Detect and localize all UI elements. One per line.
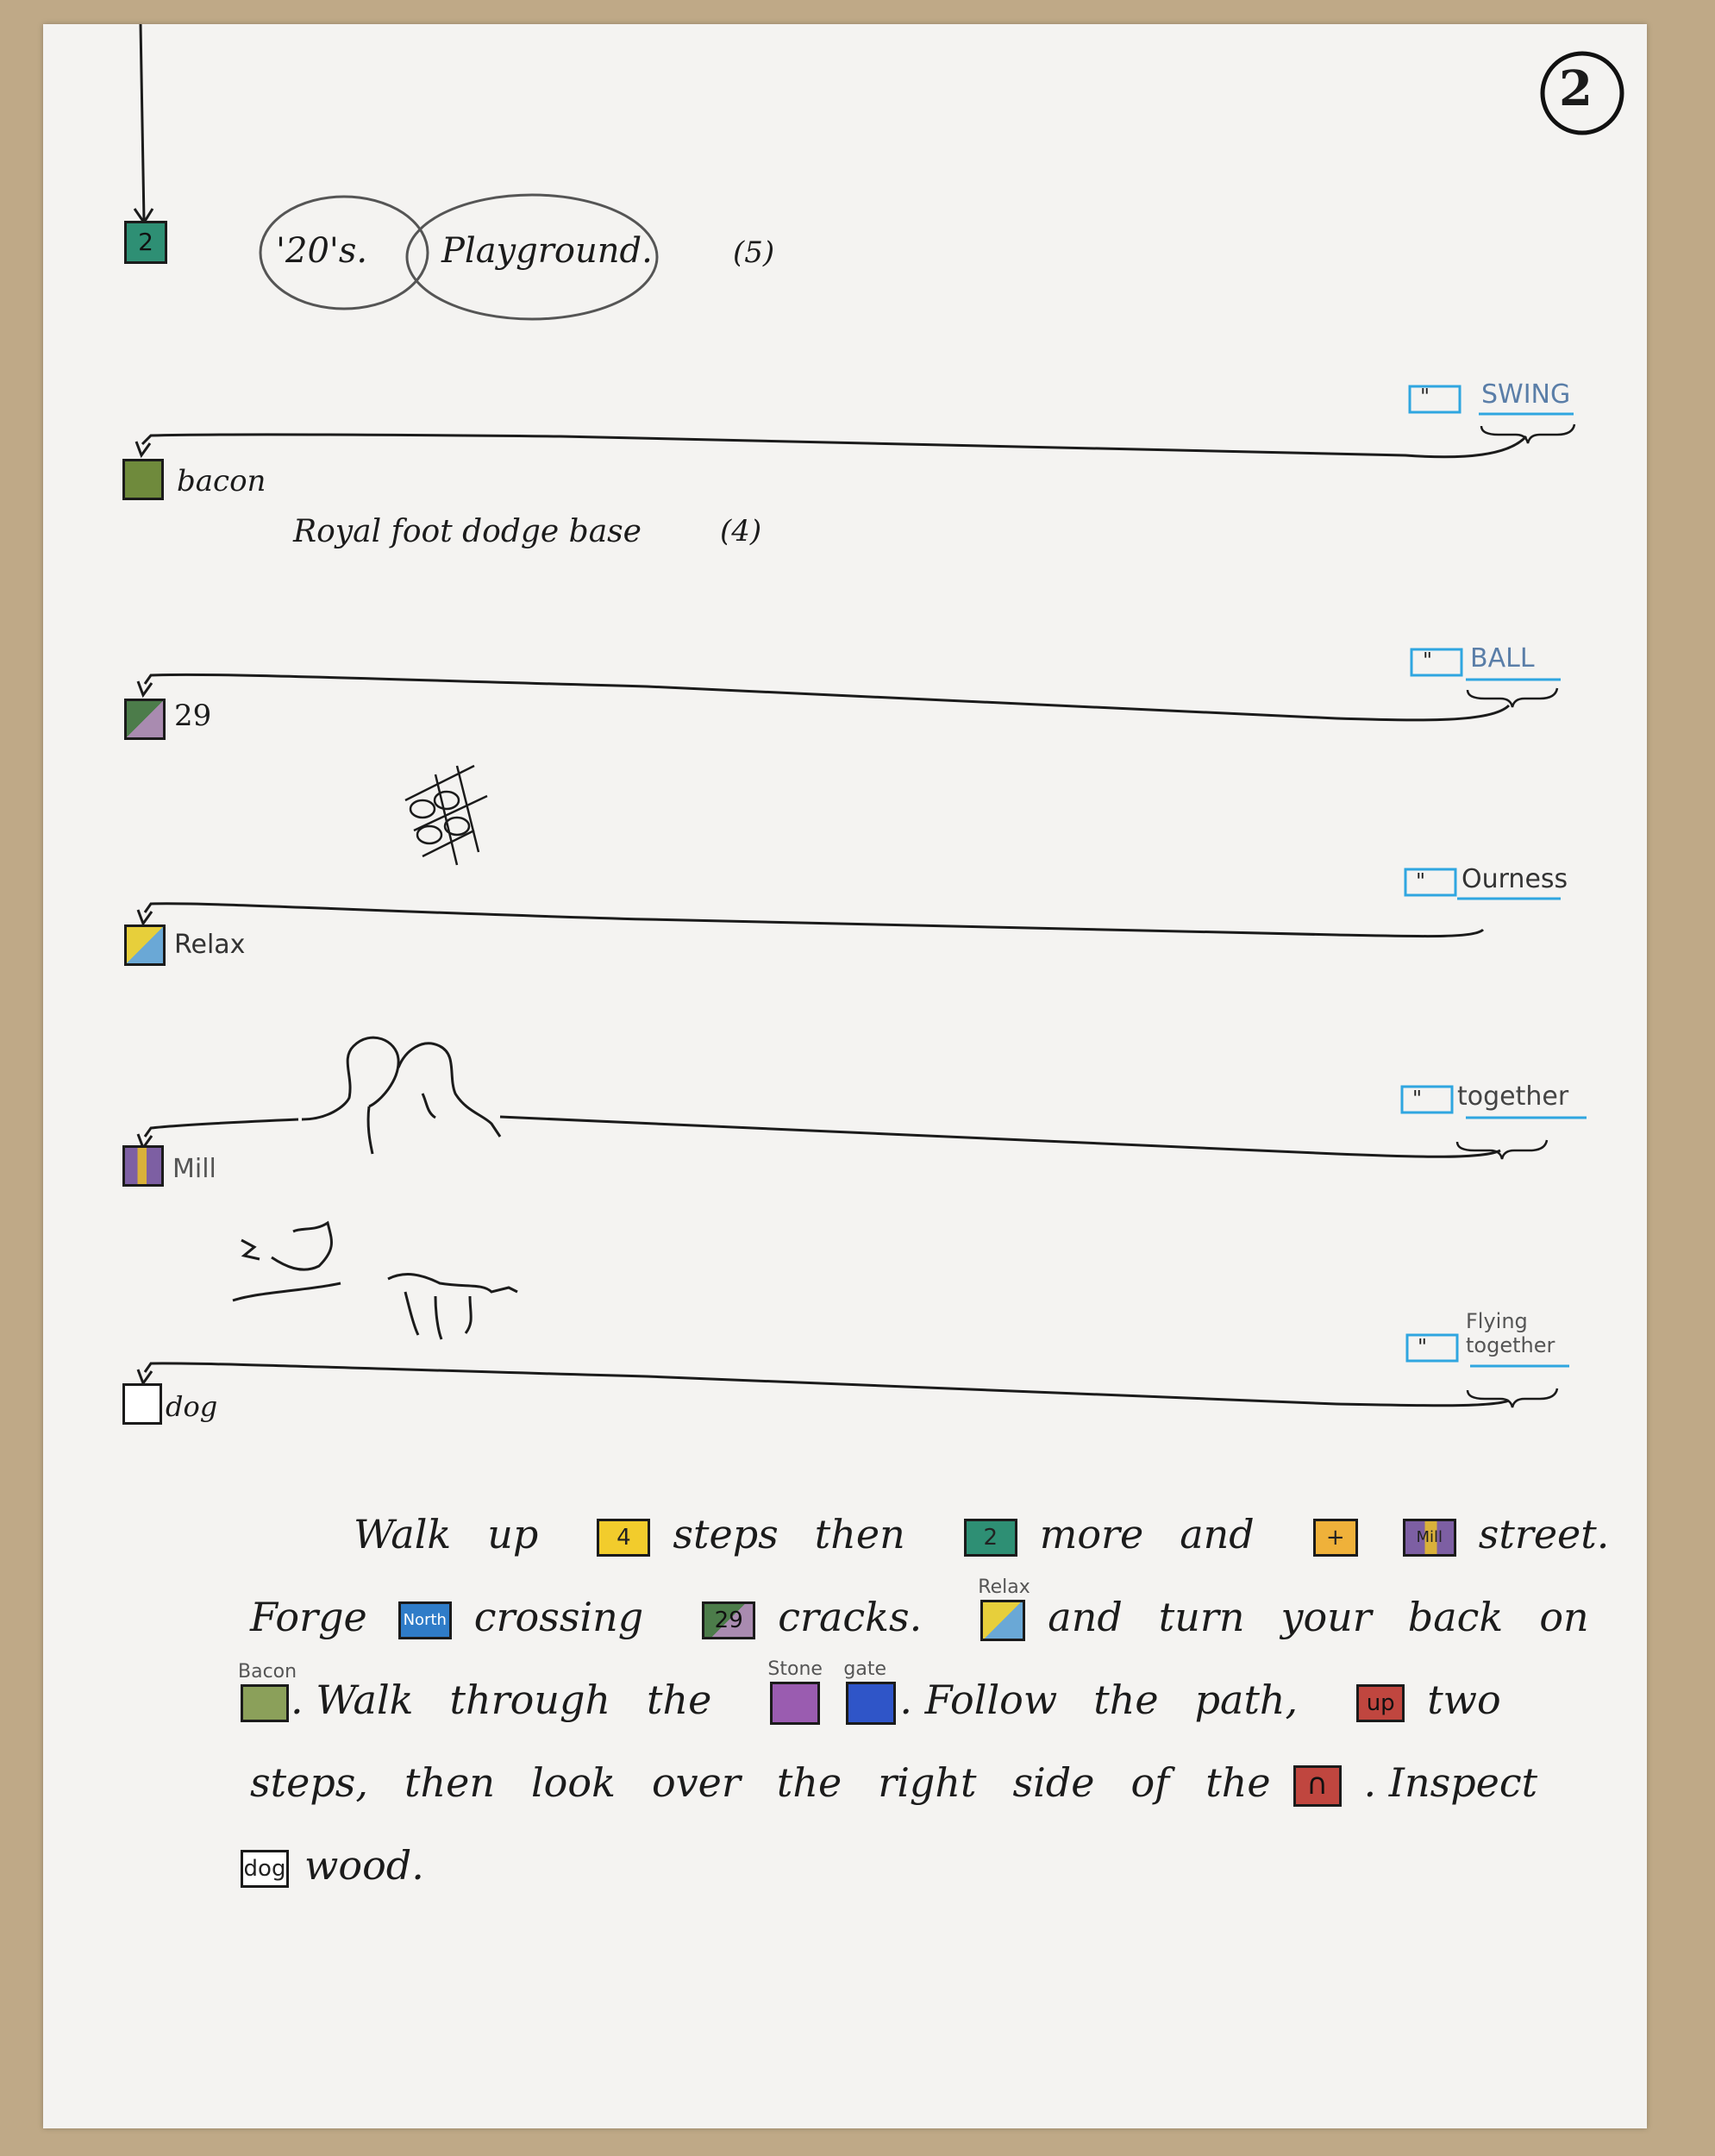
box-north: North xyxy=(397,1601,452,1639)
square-29 xyxy=(124,699,166,740)
box-4: 4 xyxy=(597,1519,651,1557)
answer-flying-together: Flying together xyxy=(1466,1309,1555,1357)
clue-quote-2: " xyxy=(1423,649,1433,673)
paragraph-line-5: dog wood. xyxy=(237,1842,424,1889)
clue-quote-1: " xyxy=(1420,385,1430,409)
box-bacon-label: Bacon xyxy=(238,1661,297,1683)
word: the xyxy=(1205,1759,1271,1806)
page-number: 2 xyxy=(1559,60,1593,117)
word: steps, xyxy=(250,1759,368,1806)
word: on xyxy=(1539,1594,1589,1640)
word: cracks. xyxy=(778,1594,923,1640)
clue-quote-3: " xyxy=(1416,869,1426,893)
word: and xyxy=(1048,1594,1123,1640)
square-relax xyxy=(124,924,166,966)
word: street. xyxy=(1478,1511,1610,1557)
square-label-bacon: bacon xyxy=(177,464,266,498)
word: of xyxy=(1130,1759,1170,1806)
header-count: (5) xyxy=(733,235,775,270)
word: your xyxy=(1280,1594,1372,1640)
word: then xyxy=(814,1511,905,1557)
box-2: 2 xyxy=(963,1519,1017,1557)
word: path, xyxy=(1194,1677,1299,1723)
box-bacon: Bacon xyxy=(238,1661,297,1722)
square-mill xyxy=(122,1145,164,1187)
ink-drawing xyxy=(133,24,1624,1408)
box-stone-label: Stone xyxy=(767,1658,823,1680)
box-relax-label: Relax xyxy=(978,1576,1030,1598)
start-square-label: 2 xyxy=(138,228,153,256)
box-up: up xyxy=(1356,1684,1405,1722)
bird-and-dog-doodle xyxy=(232,1220,518,1340)
square-label-29: 29 xyxy=(174,699,212,733)
word: Forge xyxy=(250,1594,367,1640)
box-mill: Mill xyxy=(1402,1519,1456,1557)
word: more xyxy=(1039,1511,1144,1557)
word: turn xyxy=(1158,1594,1245,1640)
word: look xyxy=(530,1759,616,1806)
box-29: 29 xyxy=(702,1601,756,1639)
answer-ball: BALL xyxy=(1470,643,1535,674)
word: over xyxy=(651,1759,741,1806)
box-relax: Relax xyxy=(978,1576,1030,1641)
word: and xyxy=(1180,1511,1255,1557)
note-count: (4) xyxy=(720,514,762,548)
word: crossing xyxy=(473,1594,644,1640)
word: up xyxy=(487,1511,539,1557)
square-label-mill: Mill xyxy=(172,1154,216,1184)
word: through xyxy=(449,1677,611,1723)
square-dog xyxy=(122,1383,162,1425)
box-arch: ∩ xyxy=(1293,1765,1342,1807)
word: steps xyxy=(673,1511,779,1557)
word: side xyxy=(1012,1759,1095,1806)
answer-ourness: Ourness xyxy=(1462,864,1568,894)
word: the xyxy=(776,1759,842,1806)
word: . Follow xyxy=(899,1677,1058,1723)
venn-left-label: '20's. xyxy=(276,231,368,271)
square-label-dog: dog xyxy=(166,1390,218,1423)
box-plus: + xyxy=(1312,1519,1358,1557)
square-bacon xyxy=(122,459,164,500)
word: wood. xyxy=(304,1842,424,1889)
paragraph-line-2: Forge North crossing 29 cracks. Relax and turn y… xyxy=(250,1576,1589,1641)
paragraph-line-4: steps, then look over the right side of the ∩. In… xyxy=(250,1759,1537,1807)
box-gate: gate xyxy=(843,1658,897,1725)
answer-swing: SWING xyxy=(1481,379,1571,410)
word: the xyxy=(1093,1677,1159,1723)
paper-sheet: 2 2 '20's. Playground. (5) " SWING bacon… xyxy=(43,24,1647,2128)
answer-together: together xyxy=(1457,1081,1569,1112)
square-label-relax: Relax xyxy=(174,930,246,960)
box-gate-label: gate xyxy=(843,1658,886,1680)
word: back xyxy=(1407,1594,1504,1640)
paragraph-line-1: Walk up 4 steps then 2 more and + Mill street. xyxy=(354,1511,1609,1557)
word: Walk xyxy=(354,1511,452,1557)
word: right xyxy=(878,1759,977,1806)
word: the xyxy=(647,1677,712,1723)
paragraph-line-3: Bacon. Walk through the Stone gate . Follow th… xyxy=(237,1658,1501,1725)
clue-quote-5: " xyxy=(1418,1335,1428,1359)
clue-quote-4: " xyxy=(1412,1087,1423,1111)
board-doodle xyxy=(404,764,488,866)
birds-doodle xyxy=(301,1036,502,1155)
word: then xyxy=(404,1759,495,1806)
word: two xyxy=(1427,1677,1501,1723)
note-royal-foot: Royal foot dodge base xyxy=(293,514,642,549)
word: . Inspect xyxy=(1363,1759,1538,1806)
box-stone: Stone xyxy=(767,1658,823,1725)
box-dog: dog xyxy=(241,1850,289,1888)
start-square: 2 xyxy=(124,221,167,264)
venn-right-label: Playground. xyxy=(441,231,653,271)
word: . Walk xyxy=(291,1677,414,1723)
